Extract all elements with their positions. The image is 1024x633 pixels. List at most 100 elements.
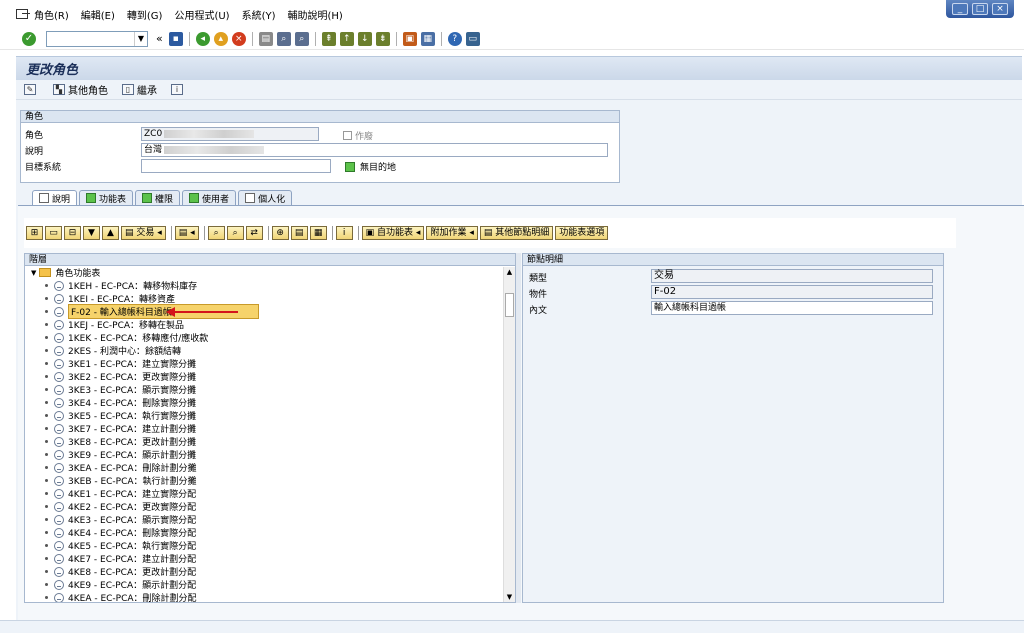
add-job-button[interactable]: 附加作業 ◂ — [426, 226, 478, 240]
menu-utilities[interactable]: 公用程式(U) — [174, 7, 229, 22]
bullet-icon — [45, 349, 48, 352]
bullet-icon — [45, 336, 48, 339]
print-icon[interactable]: ▤ — [290, 226, 308, 240]
menu-options-button[interactable]: 功能表選項 — [555, 226, 609, 240]
tree-node[interactable]: 3KE5 - EC-PCA：執行實際分攤 — [25, 409, 515, 422]
replace-icon[interactable]: ⇄ — [245, 226, 263, 240]
type-field[interactable]: 交易 — [651, 269, 933, 283]
next-page-icon[interactable]: ↓ — [357, 31, 372, 46]
tree-node[interactable]: 3KE8 - EC-PCA：更改計劃分攤 — [25, 435, 515, 448]
panel-splitter[interactable] — [516, 253, 521, 603]
close-button[interactable]: × — [992, 3, 1008, 15]
toolbar-separator — [314, 31, 316, 46]
tree-node[interactable]: 3KE1 - EC-PCA：建立實際分攤 — [25, 357, 515, 370]
cancel-icon[interactable]: × — [231, 31, 246, 46]
tab-users[interactable]: 使用者 — [182, 190, 237, 205]
tree-node[interactable]: 4KEA - EC-PCA：刪除計劃分配 — [25, 591, 515, 602]
expand-arrow-icon[interactable]: ▼ — [31, 269, 36, 277]
last-page-icon[interactable]: ⇟ — [375, 31, 390, 46]
exit-icon[interactable]: ▴ — [213, 31, 228, 46]
tab-personalization[interactable]: 個人化 — [238, 190, 293, 205]
information-button[interactable]: i — [171, 84, 186, 95]
back-icon[interactable]: ◂ — [195, 31, 210, 46]
tree-node[interactable]: 3KE9 - EC-PCA：顯示計劃分攤 — [25, 448, 515, 461]
scroll-up-icon[interactable]: ▲ — [504, 267, 515, 277]
tree-node[interactable]: 2KES - 利潤中心：餘額結轉 — [25, 344, 515, 357]
menu-goto[interactable]: 轉到(G) — [127, 7, 163, 22]
tab-menu[interactable]: 功能表 — [79, 190, 134, 205]
tree-node[interactable]: 3KEA - EC-PCA：刪除計劃分攤 — [25, 461, 515, 474]
tree-node[interactable]: 3KE4 - EC-PCA：刪除實際分攤 — [25, 396, 515, 409]
expand-icon[interactable]: ⊞ — [26, 226, 43, 240]
tree-node[interactable]: 1KEH - EC-PCA：轉移物料庫存 — [25, 279, 515, 292]
collapse-icon[interactable]: ⊟ — [64, 226, 81, 240]
find-next-icon[interactable]: ⌕ — [294, 31, 309, 46]
tree-node[interactable]: 3KEB - EC-PCA：執行計劃分攤 — [25, 474, 515, 487]
tree-node[interactable]: 4KE2 - EC-PCA：更改實際分配 — [25, 500, 515, 513]
menu-edit[interactable]: 編輯(E) — [81, 7, 115, 22]
find-next-icon[interactable]: ⌕ — [226, 226, 244, 240]
tree-node[interactable]: 4KE5 - EC-PCA：執行實際分配 — [25, 539, 515, 552]
other-node-details-button[interactable]: ▤ 其他節點明細 — [479, 226, 554, 240]
zoom-icon[interactable]: ⊕ — [271, 226, 289, 240]
command-field[interactable]: ▼ — [46, 30, 148, 47]
tree-node[interactable]: 4KE8 - EC-PCA：更改計劃分配 — [25, 565, 515, 578]
tree-node[interactable]: 4KE9 - EC-PCA：顯示計劃分配 — [25, 578, 515, 591]
vertical-scrollbar[interactable]: ▲ ▼ — [503, 267, 515, 602]
menu-system[interactable]: 系統(Y) — [242, 7, 276, 22]
role-field[interactable]: ZC0 — [141, 127, 319, 141]
documentation-icon[interactable]: ▦ — [309, 226, 327, 240]
tree-node[interactable]: 4KE4 - EC-PCA：刪除實際分配 — [25, 526, 515, 539]
tree-node-label: 4KE7 - EC-PCA：建立計劃分配 — [68, 555, 197, 565]
tab-authorizations[interactable]: 權限 — [135, 190, 181, 205]
move-up-icon[interactable]: ▲ — [102, 226, 119, 240]
tree-node[interactable]: 3KE3 - EC-PCA：顯示實際分攤 — [25, 383, 515, 396]
tree-node[interactable]: 4KE3 - EC-PCA：顯示實際分配 — [25, 513, 515, 526]
delete-node-button[interactable]: ▤ ◂ — [174, 226, 199, 240]
info-icon[interactable]: i — [335, 226, 353, 240]
description-field[interactable]: 台灣 — [141, 143, 608, 157]
tree-node[interactable]: 4KE7 - EC-PCA：建立計劃分配 — [25, 552, 515, 565]
target-system-field[interactable] — [141, 159, 331, 173]
tree-node[interactable]: 4KE1 - EC-PCA：建立實際分配 — [25, 487, 515, 500]
scroll-thumb[interactable] — [505, 293, 514, 317]
scroll-down-icon[interactable]: ▼ — [504, 592, 515, 602]
first-page-icon[interactable]: ⇞ — [321, 31, 336, 46]
save-icon[interactable]: ▪ — [168, 31, 183, 46]
previous-page-icon[interactable]: ↑ — [339, 31, 354, 46]
new-session-icon[interactable]: ▣ — [402, 31, 417, 46]
system-menu-icon[interactable] — [16, 9, 30, 19]
minimize-button[interactable]: _ — [952, 3, 968, 15]
help-icon[interactable]: ? — [447, 31, 462, 46]
tree-node[interactable]: F-02 - 輸入總帳科目過帳 — [25, 304, 515, 319]
text-field[interactable]: 輸入總帳科目過帳 — [651, 301, 933, 315]
tree-node[interactable]: 3KE7 - EC-PCA：建立計劃分攤 — [25, 422, 515, 435]
enter-check-icon[interactable]: ✓ — [22, 31, 36, 46]
folder-icon[interactable]: ▭ — [45, 226, 62, 240]
display-change-button[interactable]: ✎ — [24, 84, 39, 95]
tree-root[interactable]: ▼ 角色功能表 — [25, 266, 515, 279]
shortcut-icon[interactable]: ▦ — [420, 31, 435, 46]
obsolete-checkbox[interactable] — [343, 131, 352, 140]
move-down-icon[interactable]: ▼ — [83, 226, 100, 240]
back-chevrons[interactable]: « — [156, 32, 163, 45]
layout-menu-icon[interactable]: ▭ — [465, 31, 480, 46]
from-menu-button[interactable]: ▣ 自功能表 ◂ — [361, 226, 425, 240]
tree-node[interactable]: 3KE2 - EC-PCA：更改實際分攤 — [25, 370, 515, 383]
other-role-button[interactable]: ▚ 其他角色 — [53, 82, 108, 97]
menu-help[interactable]: 輔助說明(H) — [288, 7, 343, 22]
print-icon[interactable]: ▤ — [258, 31, 273, 46]
transaction-button[interactable]: ▤ 交易 ◂ — [121, 226, 166, 240]
maximize-button[interactable]: □ — [972, 3, 988, 15]
find-icon[interactable]: ⌕ — [207, 226, 225, 240]
menu-role[interactable]: 角色(R) — [34, 7, 69, 22]
object-field[interactable]: F-02 — [651, 285, 933, 299]
find-icon[interactable]: ⌕ — [276, 31, 291, 46]
tree-node[interactable]: 1KEK - EC-PCA：移轉應付/應收款 — [25, 331, 515, 344]
inherit-button[interactable]: ▯ 繼承 — [122, 82, 157, 97]
tree-node[interactable]: 1KEJ - EC-PCA：移轉在製品 — [25, 318, 515, 331]
tab-description[interactable]: 說明 — [32, 190, 78, 205]
bullet-icon — [45, 544, 48, 547]
chevron-down-icon[interactable]: ▼ — [134, 31, 147, 46]
title-bar: 更改角色 — [16, 56, 1022, 80]
